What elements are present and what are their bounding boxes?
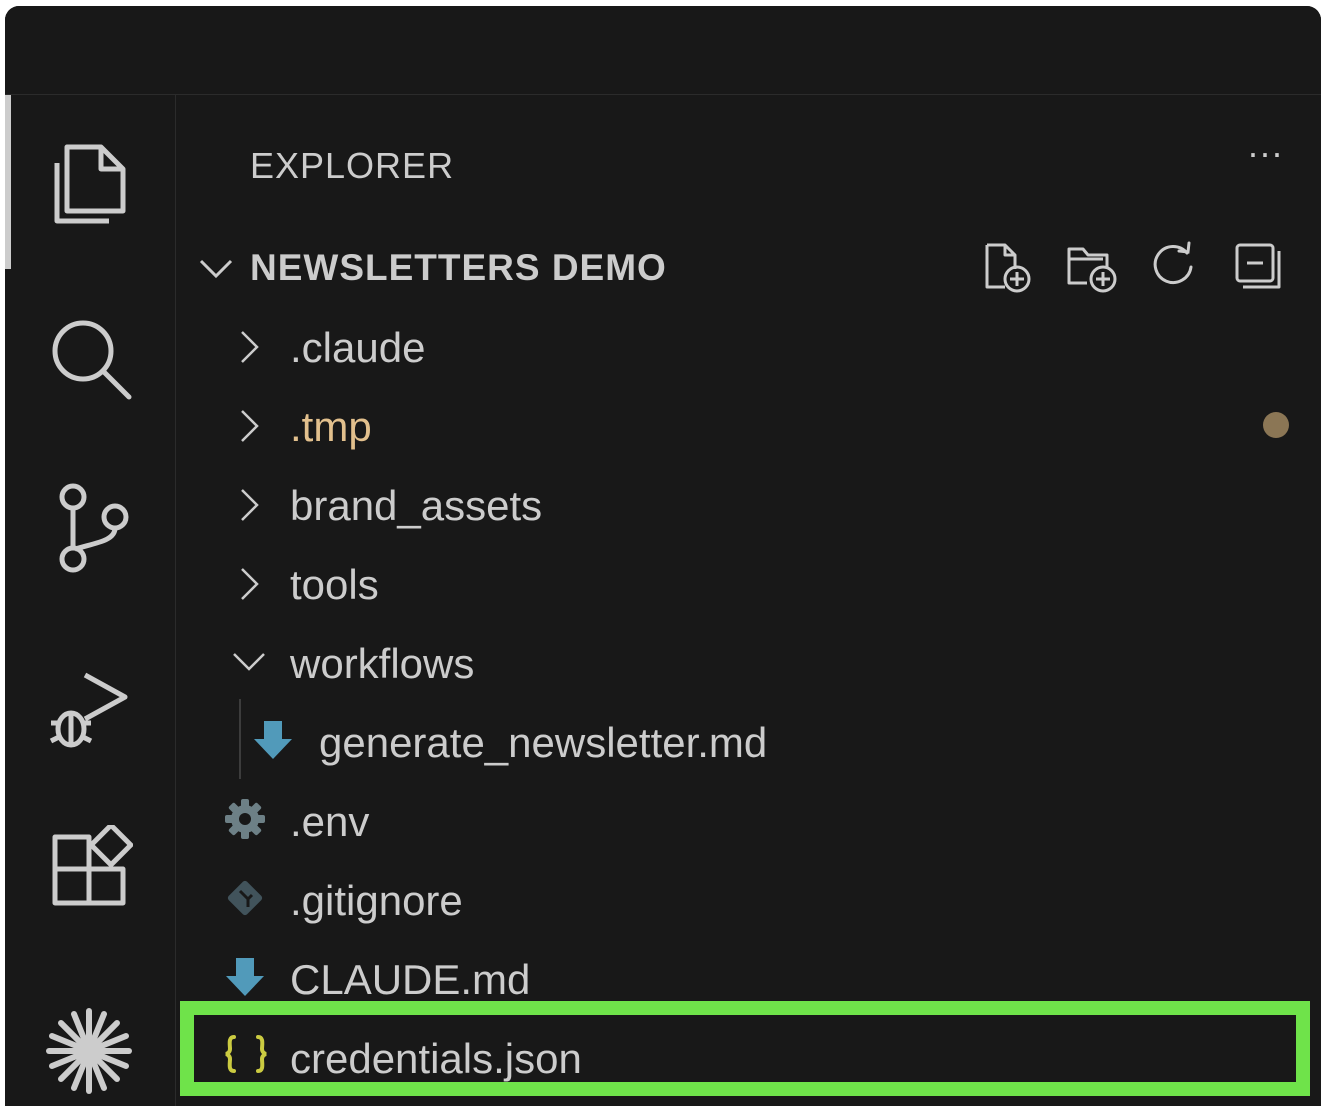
tree-item-gitignore-file[interactable]: .gitignore — [176, 861, 1321, 939]
chevron-down-icon — [232, 644, 266, 678]
tree-item-credentials-file[interactable]: credentials.json — [176, 1019, 1321, 1097]
new-folder-icon[interactable] — [1063, 239, 1119, 295]
tree-item-label: tools — [290, 561, 379, 608]
chevron-right-icon — [232, 330, 266, 364]
tree-item-env-file[interactable]: .env — [176, 782, 1321, 860]
section-actions — [979, 239, 1299, 299]
tree-item-brand-assets-folder[interactable]: brand_assets — [176, 466, 1321, 544]
activity-bar — [5, 95, 176, 1106]
explorer-title: EXPLORER — [250, 145, 455, 186]
more-actions-button[interactable]: ··· — [1237, 133, 1293, 189]
tree-item-tmp-folder[interactable]: .tmp — [176, 387, 1321, 465]
active-indicator — [5, 95, 11, 269]
tree-item-label: .tmp — [290, 403, 372, 450]
tree-item-tools-folder[interactable]: tools — [176, 545, 1321, 623]
tree-item-generate-newsletter-file[interactable]: generate_newsletter.md — [176, 703, 1321, 781]
tree-item-label: brand_assets — [290, 482, 543, 529]
tree-item-label: .env — [290, 798, 370, 845]
collapse-all-icon[interactable] — [1231, 239, 1287, 295]
tree-item-workflows-folder[interactable]: workflows — [176, 624, 1321, 702]
markdown-icon — [252, 719, 294, 761]
workspace-title: NEWSLETTERS DEMO — [250, 247, 667, 288]
source-control-icon[interactable] — [45, 477, 133, 573]
claude-sparkle-icon[interactable] — [45, 1001, 133, 1097]
chevron-right-icon — [232, 488, 266, 522]
chevron-right-icon — [232, 409, 266, 443]
chevron-right-icon — [232, 567, 266, 601]
editor-window: EXPLORER ··· NEWSLETTERS DEMO .claude .t… — [5, 6, 1321, 1106]
tree-item-label: .gitignore — [290, 877, 463, 924]
search-icon[interactable] — [45, 309, 133, 405]
title-bar — [5, 6, 1321, 95]
explorer-sidebar: EXPLORER ··· NEWSLETTERS DEMO .claude .t… — [176, 95, 1321, 1106]
tree-item-label: workflows — [290, 640, 475, 687]
tree-item-label: generate_newsletter.md — [319, 719, 768, 766]
workspace-section-header[interactable]: NEWSLETTERS DEMO — [176, 233, 1321, 303]
new-file-icon[interactable] — [979, 239, 1035, 295]
gear-icon — [224, 798, 266, 840]
json-icon — [222, 1033, 270, 1075]
modified-dot-badge — [1263, 412, 1289, 438]
tree-item-label: CLAUDE.md — [290, 956, 531, 1003]
tree-item-label: credentials.json — [290, 1035, 582, 1082]
tree-item-claude-md-file[interactable]: CLAUDE.md — [176, 940, 1321, 1018]
git-icon — [224, 877, 266, 919]
chevron-down-icon — [196, 249, 236, 289]
markdown-icon — [224, 956, 266, 998]
refresh-icon[interactable] — [1145, 239, 1201, 295]
debug-icon[interactable] — [45, 655, 133, 751]
tree-item-claude-folder[interactable]: .claude — [176, 308, 1321, 386]
files-icon[interactable] — [45, 135, 133, 231]
extensions-icon[interactable] — [45, 822, 134, 921]
tree-item-label: .claude — [290, 324, 426, 371]
